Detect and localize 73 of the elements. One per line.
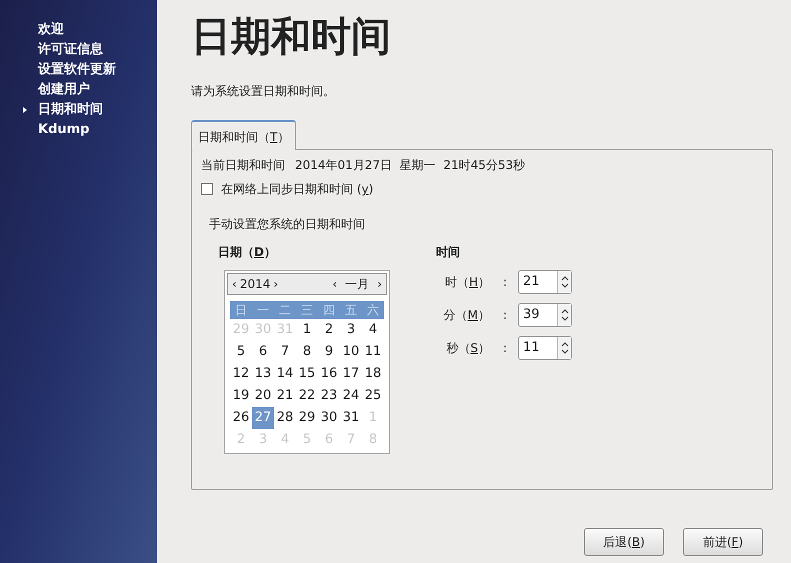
spin-arrows-icon[interactable] [557,271,571,293]
weekday-label: 六 [366,302,380,319]
calendar-day[interactable]: 6 [252,341,274,363]
calendar-day[interactable]: 22 [296,385,318,407]
previous-year-button[interactable]: ‹ [232,275,237,293]
calendar-day[interactable]: 17 [340,363,362,385]
weekday-label: 五 [344,302,358,319]
date-heading: 日期（D） [218,244,276,261]
current-datetime-label: 当前日期和时间 [201,157,285,174]
calendar-day[interactable]: 24 [340,385,362,407]
next-month-button[interactable]: › [377,275,382,293]
time-heading: 时间 [436,244,460,261]
manual-label: 手动设置您系统的日期和时间 [209,216,365,233]
calendar-day[interactable]: 18 [362,363,384,385]
calendar-day[interactable]: 11 [362,341,384,363]
calendar-day[interactable]: 3 [340,319,362,341]
calendar-day[interactable]: 21 [274,385,296,407]
calendar-day[interactable]: 2 [318,319,340,341]
sync-checkbox[interactable] [201,183,213,195]
calendar-day[interactable]: 10 [340,341,362,363]
next-year-button[interactable]: › [273,275,278,293]
weekday-label: 一 [256,302,270,319]
calendar-day[interactable]: 8 [296,341,318,363]
sidebar-item[interactable]: 日期和时间 [0,100,157,120]
calendar-day[interactable]: 9 [318,341,340,363]
weekday-label: 三 [300,302,314,319]
spin-field[interactable]: 21 [518,270,572,294]
calendar-day[interactable]: 12 [230,363,252,385]
weekday-label: 日 [234,302,248,319]
nav-button[interactable]: 前进(F) [683,528,763,556]
time-field-label: 秒（S） [445,340,491,357]
sidebar-item[interactable]: 创建用户 [0,80,157,100]
calendar-day[interactable]: 19 [230,385,252,407]
calendar-day[interactable]: 20 [252,385,274,407]
calendar-day[interactable]: 29 [296,407,318,429]
calendar-day[interactable]: 30 [318,407,340,429]
calendar-day[interactable]: 1 [296,319,318,341]
colon: : [502,274,508,291]
time-field-label: 时（H） [444,274,491,291]
spin-field[interactable]: 39 [518,303,572,327]
sidebar-item[interactable]: 设置软件更新 [0,60,157,80]
time-field-label: 分（M） [442,307,491,324]
previous-month-button[interactable]: ‹ [332,275,338,293]
current-datetime-value: 2014年01月27日 星期一 21时45分53秒 [295,157,526,174]
sync-label[interactable]: 在网络上同步日期和时间 (y) [221,180,374,198]
calendar-day[interactable]: 14 [274,363,296,385]
month-label: 一月 [345,276,370,293]
weekday-label: 二 [278,302,292,319]
subtitle: 请为系统设置日期和时间。 [191,83,335,100]
calendar-day[interactable]: 28 [274,407,296,429]
colon: : [502,307,508,324]
calendar-day[interactable]: 13 [252,363,274,385]
calendar-day[interactable]: 4 [362,319,384,341]
calendar-day[interactable]: 16 [318,363,340,385]
calendar-day[interactable]: 5 [230,341,252,363]
calendar-day[interactable]: 25 [362,385,384,407]
spin-field[interactable]: 11 [518,336,572,360]
calendar-day[interactable]: 23 [318,385,340,407]
page-title: 日期和时间 [191,13,391,62]
sidebar-item[interactable]: Kdump [0,120,157,140]
sidebar-item[interactable]: 许可证信息 [0,40,157,60]
sidebar-item[interactable]: 欢迎 [0,20,157,40]
spin-arrows-icon[interactable] [557,337,571,359]
calendar-day[interactable]: 15 [296,363,318,385]
weekday-label: 四 [322,302,336,319]
colon: : [502,340,508,357]
nav-button[interactable]: 后退(B) [584,528,664,556]
tab[interactable]: 日期和时间（T） [191,120,296,150]
calendar-day[interactable]: 7 [274,341,296,363]
calendar-day[interactable]: 31 [340,407,362,429]
calendar-day[interactable]: 26 [230,407,252,429]
spin-arrows-icon[interactable] [557,304,571,326]
year-label: 2014 [240,276,270,293]
